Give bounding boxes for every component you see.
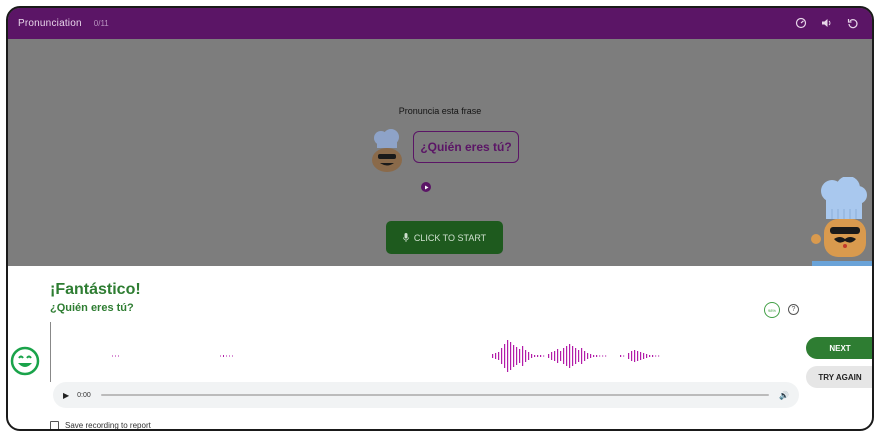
app-window: Pronunciation 0/11 Pronuncia esta frase … bbox=[6, 6, 874, 431]
save-recording-checkbox[interactable] bbox=[50, 421, 59, 429]
player-time: 0:00 bbox=[77, 391, 91, 399]
waveform-cursor bbox=[50, 322, 51, 382]
help-icon[interactable]: ? bbox=[788, 304, 799, 315]
speed-icon[interactable] bbox=[794, 16, 808, 30]
save-recording-option[interactable]: Save recording to report bbox=[50, 421, 151, 430]
click-to-start-button[interactable]: CLICK TO START bbox=[386, 221, 503, 254]
chef-mascot bbox=[811, 177, 872, 269]
lesson-title: Pronunciation bbox=[18, 18, 82, 29]
restart-icon[interactable] bbox=[846, 16, 860, 30]
feedback-heading: ¡Fantástico! bbox=[50, 281, 141, 298]
next-button[interactable]: NEXT bbox=[806, 337, 872, 359]
player-seek-bar[interactable] bbox=[100, 394, 770, 396]
play-icon bbox=[424, 185, 428, 189]
chef-mascot-small bbox=[372, 129, 402, 172]
try-again-button[interactable]: TRY AGAIN bbox=[806, 366, 872, 388]
top-bar: Pronunciation 0/11 bbox=[8, 8, 872, 39]
waveform[interactable] bbox=[52, 336, 792, 376]
audio-player: ▶ 0:00 🔊 bbox=[53, 382, 799, 408]
topbar-icons bbox=[794, 16, 860, 30]
microphone-icon bbox=[402, 233, 409, 242]
lesson-progress: 0/11 bbox=[93, 19, 109, 28]
play-icon[interactable]: ▶ bbox=[63, 391, 69, 400]
lesson-area: Pronuncia esta frase ¿Quién eres tú? CLI… bbox=[8, 39, 872, 269]
volume-icon[interactable] bbox=[820, 16, 834, 30]
prompt-text: Pronuncia esta frase bbox=[398, 106, 482, 116]
start-label: CLICK TO START bbox=[413, 232, 487, 243]
save-recording-label: Save recording to report bbox=[65, 421, 151, 430]
feedback-phrase: ¿Quién eres tú? bbox=[50, 302, 134, 314]
score-badge: 98% bbox=[764, 302, 780, 318]
feedback-panel: ¡Fantástico! ¿Quién eres tú? 98% ? ▶ 0:0… bbox=[8, 266, 872, 430]
smile-icon bbox=[10, 346, 40, 376]
player-volume-icon[interactable]: 🔊 bbox=[779, 391, 789, 400]
play-phrase-button[interactable] bbox=[421, 182, 431, 192]
phrase-bubble: ¿Quién eres tú? bbox=[413, 131, 519, 163]
